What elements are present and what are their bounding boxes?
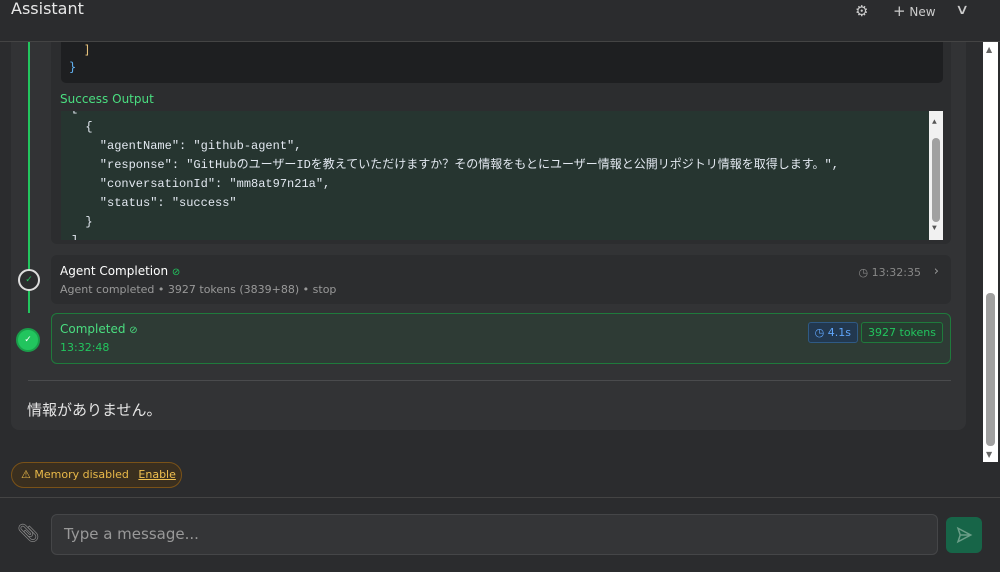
input-code-block: ] } xyxy=(61,42,943,83)
clock-icon: ◷ xyxy=(858,266,869,279)
composer: 📎︎ Type a message... xyxy=(0,497,1000,572)
settings-icon[interactable]: ⚙ xyxy=(855,2,868,20)
step-time: 13:32:35 xyxy=(871,266,921,279)
check-circle-icon: ⊘ xyxy=(171,267,181,278)
code-line: "response": "GitHubのユーザーIDを教えていただけますか？その… xyxy=(71,158,839,172)
divider xyxy=(28,380,951,381)
completed-status-icon: ✓ xyxy=(16,328,40,352)
success-output-label: Success Output xyxy=(60,92,154,106)
step-status-icon: ✓ xyxy=(18,269,40,291)
page-scrollbar[interactable]: ▲ ▼ xyxy=(983,42,998,462)
agent-completion-step[interactable]: Agent Completion ⊘ Agent completed • 392… xyxy=(51,255,951,304)
chevron-right-icon[interactable]: › xyxy=(934,264,939,279)
completed-step: Completed ⊘ 13:32:48 ◷ 4.1s 3927 tokens xyxy=(51,313,951,364)
code-line: ] xyxy=(71,232,943,240)
check-circle-icon: ⊘ xyxy=(129,325,138,336)
code-line: [ xyxy=(71,111,943,118)
assistant-message-text: 情報がありません。 xyxy=(27,401,162,419)
step-time: 13:32:48 xyxy=(60,341,110,354)
code-line: "conversationId": "mm8at97n21a", xyxy=(71,177,331,191)
header: Assistant ⚙ + New ∨ xyxy=(0,0,1000,42)
chevron-down-icon[interactable]: ∨ xyxy=(955,2,969,18)
tool-call-panel: ] } Success Output [ { "agentName": "git… xyxy=(51,42,951,244)
duration-badge: ◷ 4.1s xyxy=(807,322,858,343)
step-subtitle: Agent completed • 3927 tokens (3839+88) … xyxy=(60,283,337,296)
step-title: Completed xyxy=(60,322,126,336)
memory-status-pill: ⚠ Memory disabled Enable xyxy=(11,462,182,488)
enable-memory-link[interactable]: Enable xyxy=(138,468,175,481)
chat-scroll-area: ] } Success Output [ { "agentName": "git… xyxy=(0,42,983,497)
new-chat-button[interactable]: + New xyxy=(893,2,936,20)
code-line: } xyxy=(69,60,77,74)
send-icon xyxy=(956,526,973,544)
paperclip-icon[interactable]: 📎︎ xyxy=(17,523,40,544)
app-title: Assistant xyxy=(11,0,84,18)
code-scrollbar[interactable]: ▲ ▼ xyxy=(929,111,943,240)
send-button[interactable] xyxy=(946,517,982,553)
code-line: "status": "success" xyxy=(71,196,237,210)
warning-icon: ⚠ xyxy=(21,468,31,481)
new-label: New xyxy=(909,5,936,19)
success-output-code: [ { "agentName": "github-agent", "respon… xyxy=(61,111,943,240)
step-title: Agent Completion xyxy=(60,264,169,278)
clock-icon: ◷ xyxy=(814,326,825,339)
message-input[interactable]: Type a message... xyxy=(51,514,938,555)
memory-label: Memory disabled xyxy=(34,468,129,481)
plus-icon: + xyxy=(893,2,906,20)
code-line: { xyxy=(71,120,93,134)
tokens-badge: 3927 tokens xyxy=(861,322,943,343)
code-line: } xyxy=(71,215,93,229)
code-line: ] xyxy=(69,43,91,57)
assistant-message-card: ] } Success Output [ { "agentName": "git… xyxy=(11,42,966,430)
duration-value: 4.1s xyxy=(827,326,851,339)
code-line: "agentName": "github-agent", xyxy=(71,139,302,153)
